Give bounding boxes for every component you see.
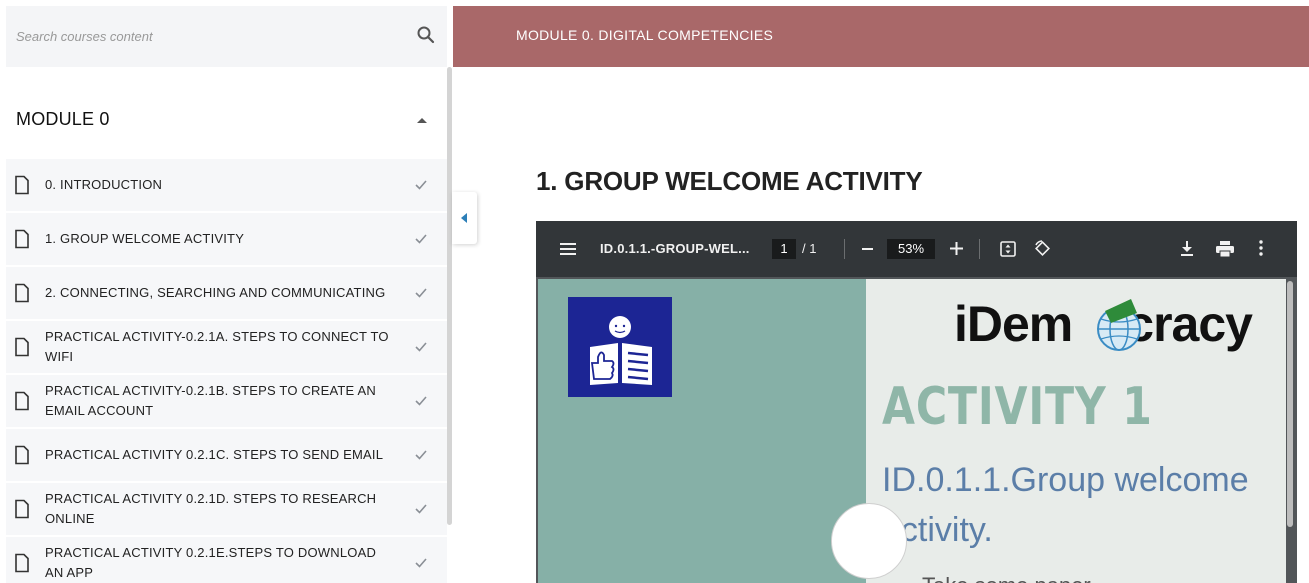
print-icon[interactable] xyxy=(1216,241,1234,257)
module-header[interactable]: MODULE 0 xyxy=(6,67,447,163)
lesson-label: 1. GROUP WELCOME ACTIVITY xyxy=(45,231,245,246)
lesson-label: PRACTICAL ACTIVITY 0.2.1D. STEPS TO RESE… xyxy=(45,491,377,526)
document-icon xyxy=(15,229,29,249)
document-icon xyxy=(15,553,29,573)
lesson-list: 0. INTRODUCTION 1. GROUP WELCOME ACTIVIT… xyxy=(6,159,447,583)
check-icon xyxy=(415,396,427,406)
toolbar-divider xyxy=(844,239,845,259)
pdf-floating-button[interactable] xyxy=(831,503,907,579)
document-icon xyxy=(15,499,29,519)
rotate-icon[interactable] xyxy=(1033,239,1051,257)
activity-subtitle: ID.0.1.1.Group welcome activity. xyxy=(882,461,1249,549)
document-icon xyxy=(15,283,29,303)
pdf-scrollbar[interactable] xyxy=(1287,281,1293,527)
lesson-label: 2. CONNECTING, SEARCHING AND COMMUNICATI… xyxy=(45,285,386,300)
document-icon xyxy=(15,337,29,357)
app-root: MODULE 0 0. INTRODUCTION 1. GROUP WELCOM… xyxy=(0,0,1309,583)
page-total: / 1 xyxy=(802,241,817,256)
menu-icon[interactable] xyxy=(560,242,576,256)
lesson-item-send-email[interactable]: PRACTICAL ACTIVITY 0.2.1C. STEPS TO SEND… xyxy=(6,429,447,483)
pdf-page: iDem cracy ACTIVITY 1 ID.0.1.1.Group welc… xyxy=(538,279,1286,583)
document-icon xyxy=(15,391,29,411)
pdf-toolbar: ID.0.1.1.-GROUP-WEL... 1 / 1 53% xyxy=(536,221,1297,277)
check-icon xyxy=(415,504,427,514)
brand-text-left: iDem xyxy=(954,296,1073,352)
download-icon[interactable] xyxy=(1179,240,1195,257)
caret-up-icon[interactable] xyxy=(416,115,428,125)
page-title: 1. GROUP WELCOME ACTIVITY xyxy=(536,166,923,196)
lesson-item-introduction[interactable]: 0. INTRODUCTION xyxy=(6,159,447,213)
check-icon xyxy=(415,342,427,352)
module-title: MODULE 0 xyxy=(16,109,110,129)
check-icon xyxy=(415,180,427,190)
module-header-bar: MODULE 0. DIGITAL COMPETENCIES xyxy=(453,6,1309,67)
search-bar xyxy=(6,6,447,67)
lesson-label: PRACTICAL ACTIVITY 0.2.1C. STEPS TO SEND… xyxy=(45,447,384,462)
lesson-item-connecting[interactable]: 2. CONNECTING, SEARCHING AND COMMUNICATI… xyxy=(6,267,447,321)
lesson-label: PRACTICAL ACTIVITY-0.2.1B. STEPS TO CREA… xyxy=(45,383,376,418)
zoom-level-input[interactable]: 53% xyxy=(887,239,935,259)
zoom-in-icon[interactable] xyxy=(950,242,963,255)
course-sidebar: MODULE 0 0. INTRODUCTION 1. GROUP WELCOM… xyxy=(6,6,447,583)
lesson-item-wifi[interactable]: PRACTICAL ACTIVITY-0.2.1A. STEPS TO CONN… xyxy=(6,321,447,375)
page-left-panel xyxy=(538,279,866,583)
easy-read-icon xyxy=(568,297,672,397)
page-number-input[interactable]: 1 xyxy=(772,239,796,259)
zoom-out-icon[interactable] xyxy=(862,248,873,250)
sidebar-toggle-button[interactable] xyxy=(452,192,477,244)
module-breadcrumb[interactable]: MODULE 0. DIGITAL COMPETENCIES xyxy=(516,27,773,43)
lesson-item-group-welcome[interactable]: 1. GROUP WELCOME ACTIVITY xyxy=(6,213,447,267)
search-input[interactable] xyxy=(16,24,396,48)
partial-body-text: Take some paper xyxy=(922,573,1091,583)
lesson-label: PRACTICAL ACTIVITY-0.2.1A. STEPS TO CONN… xyxy=(45,329,389,364)
pdf-filename: ID.0.1.1.-GROUP-WEL... xyxy=(600,241,750,256)
lesson-label: PRACTICAL ACTIVITY 0.2.1E.STEPS TO DOWNL… xyxy=(45,545,377,580)
caret-left-icon xyxy=(461,213,467,223)
check-icon xyxy=(415,450,427,460)
lesson-item-research-online[interactable]: PRACTICAL ACTIVITY 0.2.1D. STEPS TO RESE… xyxy=(6,483,447,537)
check-icon xyxy=(415,288,427,298)
pdf-viewer[interactable]: ID.0.1.1.-GROUP-WEL... 1 / 1 53% iDem cr… xyxy=(536,221,1297,583)
activity-heading: ACTIVITY 1 xyxy=(882,377,1153,437)
document-icon xyxy=(15,445,29,465)
lesson-item-download-app[interactable]: PRACTICAL ACTIVITY 0.2.1E.STEPS TO DOWNL… xyxy=(6,537,447,583)
document-icon xyxy=(15,175,29,195)
fit-to-page-icon[interactable] xyxy=(1000,241,1016,257)
check-icon xyxy=(415,234,427,244)
sidebar-scrollbar[interactable] xyxy=(447,67,452,525)
toolbar-divider xyxy=(979,239,980,259)
lesson-label: 0. INTRODUCTION xyxy=(45,177,163,192)
more-vertical-icon[interactable] xyxy=(1259,240,1263,256)
lesson-item-email-account[interactable]: PRACTICAL ACTIVITY-0.2.1B. STEPS TO CREA… xyxy=(6,375,447,429)
search-icon[interactable] xyxy=(416,25,436,45)
globe-icon xyxy=(1097,299,1141,351)
check-icon xyxy=(415,558,427,568)
